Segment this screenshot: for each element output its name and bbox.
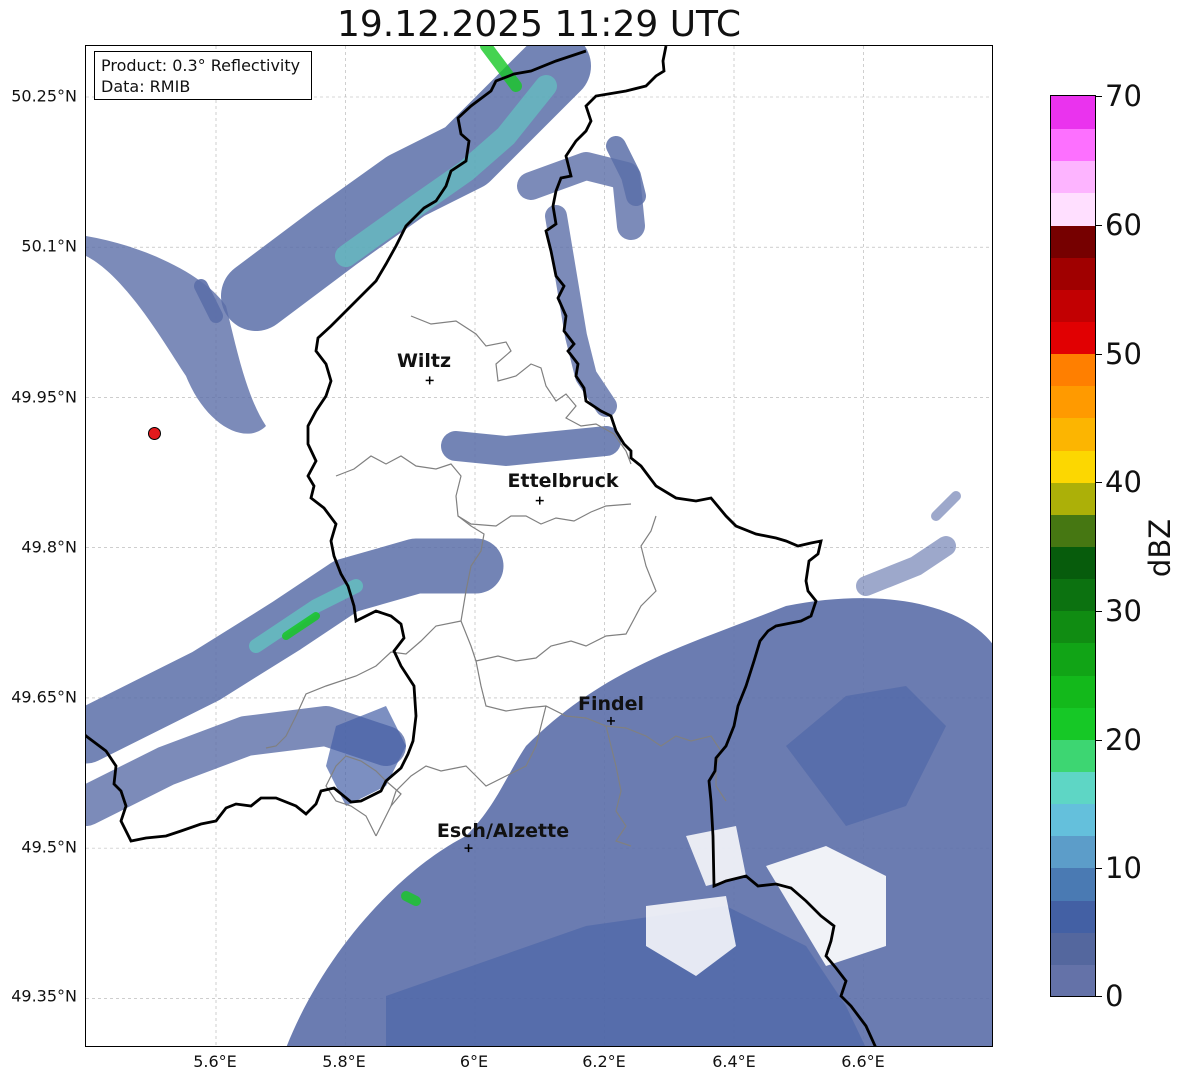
colorbar-tick-label: 40 xyxy=(1105,465,1142,499)
colorbar-tick xyxy=(1096,740,1102,741)
colorbar-segment xyxy=(1051,192,1095,226)
colorbar-segment xyxy=(1051,417,1095,451)
colorbar-segment xyxy=(1051,867,1095,901)
colorbar-tick-label: 0 xyxy=(1105,979,1124,1013)
city-label-esch-alzette: Esch/Alzette xyxy=(436,820,570,842)
x-tick-label: 6.6°E xyxy=(841,1052,885,1071)
colorbar-segment xyxy=(1051,546,1095,580)
x-tick-label: 6°E xyxy=(459,1052,489,1071)
echo-band xyxy=(401,891,421,906)
colorbar-tick xyxy=(1096,225,1102,226)
city-label-findel: Findel xyxy=(577,693,645,715)
radar-site-marker[interactable] xyxy=(147,427,161,441)
colorbar-tick-label: 60 xyxy=(1105,208,1142,242)
x-tick-label: 6.4°E xyxy=(712,1052,756,1071)
data-source-label: Data: RMIB xyxy=(101,77,191,96)
echo-band xyxy=(856,536,956,596)
colorbar-segment xyxy=(1051,610,1095,644)
info-box: Product: 0.3° Reflectivity Data: RMIB xyxy=(94,51,312,100)
colorbar-segment xyxy=(1051,931,1095,965)
reflectivity-echoes xyxy=(86,46,992,1046)
echo-band xyxy=(86,538,504,764)
y-tick-label: 49.95°N xyxy=(11,387,77,407)
colorbar-segment xyxy=(1051,160,1095,194)
colorbar-tick xyxy=(1096,96,1102,97)
product-label: Product: 0.3° Reflectivity xyxy=(101,56,301,75)
colorbar-tick-label: 10 xyxy=(1105,851,1142,885)
colorbar-segment xyxy=(1051,128,1095,162)
y-tick-label: 49.5°N xyxy=(21,837,77,857)
map-canvas[interactable] xyxy=(86,46,993,1047)
y-tick-label: 50.1°N xyxy=(21,236,77,256)
colorbar-segment xyxy=(1051,353,1095,387)
city-label-wiltz: Wiltz xyxy=(396,350,452,372)
colorbar-tick-label: 30 xyxy=(1105,594,1142,628)
map-title: 19.12.2025 11:29 UTC xyxy=(336,4,742,45)
colorbar-tick xyxy=(1096,354,1102,355)
colorbar-segment xyxy=(1051,256,1095,290)
colorbar-segment xyxy=(1051,481,1095,515)
x-tick-label: 6.2°E xyxy=(582,1052,626,1071)
y-tick-label: 49.65°N xyxy=(11,687,77,707)
colorbar-tick-label: 20 xyxy=(1105,723,1142,757)
echo-band xyxy=(221,46,591,331)
colorbar-segment xyxy=(1051,835,1095,869)
colorbar-tick-label: 50 xyxy=(1105,337,1142,371)
colorbar-segment xyxy=(1051,803,1095,837)
y-tick-label: 49.8°N xyxy=(21,537,77,557)
city-label-ettelbruck: Ettelbruck xyxy=(507,470,619,492)
colorbar-unit-label: dBZ xyxy=(1143,518,1177,578)
colorbar-segment xyxy=(1051,738,1095,772)
colorbar-tick xyxy=(1096,996,1102,997)
y-tick-label: 50.25°N xyxy=(11,86,77,106)
y-tick-label: 49.35°N xyxy=(11,986,77,1006)
colorbar-segment xyxy=(1051,96,1095,130)
x-tick-label: 5.8°E xyxy=(322,1052,366,1071)
colorbar-tick xyxy=(1096,611,1102,612)
colorbar xyxy=(1050,95,1096,997)
colorbar-segment xyxy=(1051,899,1095,933)
echo-band xyxy=(931,491,961,521)
radar-map[interactable] xyxy=(85,45,993,1047)
colorbar-tick xyxy=(1096,482,1102,483)
colorbar-segment xyxy=(1051,771,1095,805)
colorbar-segment xyxy=(1051,642,1095,676)
colorbar-segment xyxy=(1051,674,1095,708)
colorbar-segment xyxy=(1051,224,1095,258)
colorbar-tick-label: 70 xyxy=(1105,79,1142,113)
colorbar-segment xyxy=(1051,578,1095,612)
colorbar-segment xyxy=(1051,706,1095,740)
colorbar-segment xyxy=(1051,963,1095,996)
echo-band xyxy=(441,426,621,466)
colorbar-segment xyxy=(1051,321,1095,355)
colorbar-segment xyxy=(1051,288,1095,322)
colorbar-segment xyxy=(1051,449,1095,483)
colorbar-segment xyxy=(1051,513,1095,547)
x-tick-label: 5.6°E xyxy=(193,1052,237,1071)
colorbar-segment xyxy=(1051,385,1095,419)
colorbar-tick xyxy=(1096,868,1102,869)
